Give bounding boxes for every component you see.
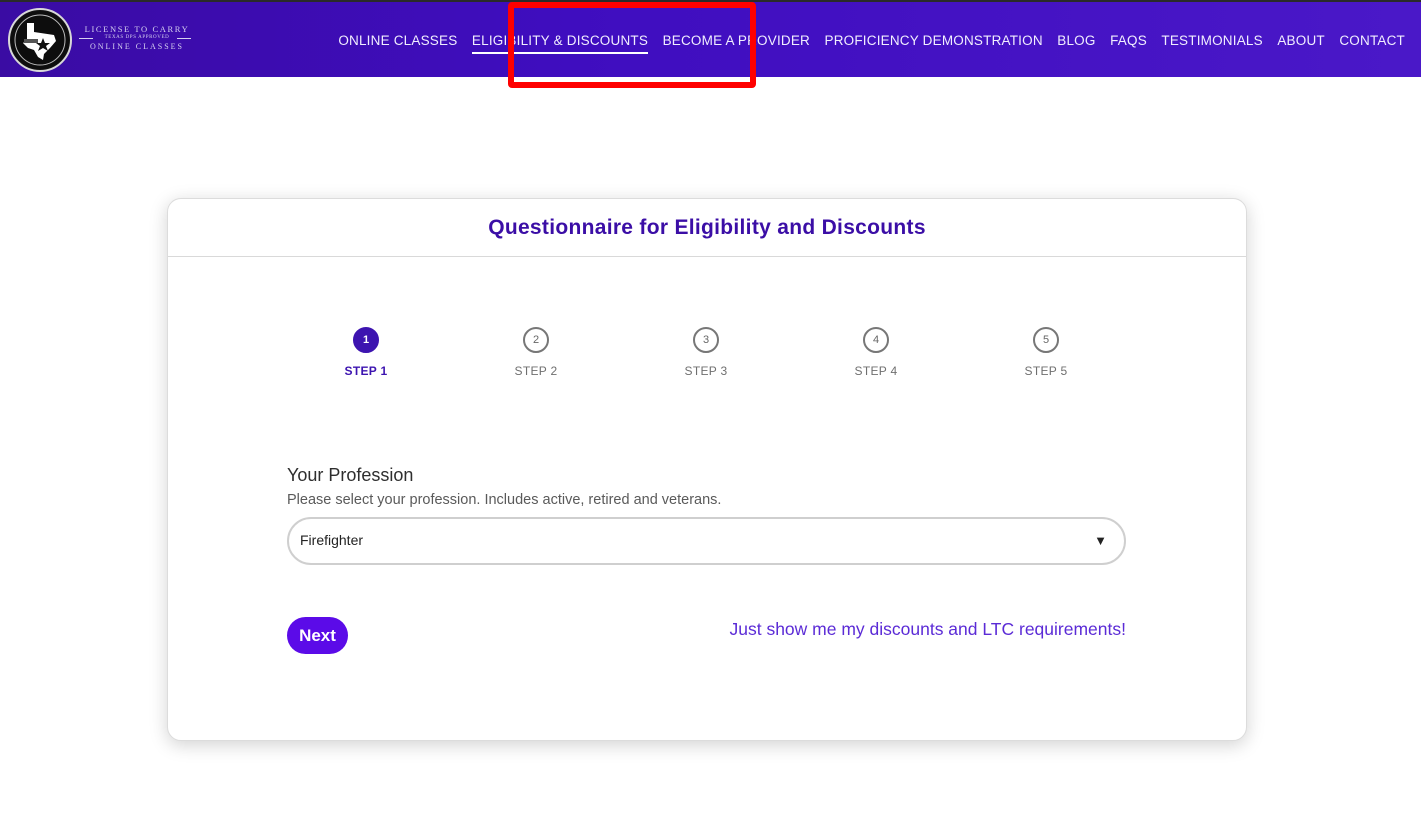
brand-line-3: ONLINE CLASSES [89, 42, 184, 51]
card-header: Questionnaire for Eligibility and Discou… [168, 199, 1246, 257]
nav-faqs[interactable]: FAQS [1110, 33, 1147, 54]
step-5[interactable]: 5 STEP 5 [996, 327, 1096, 378]
brand-line-2: TEXAS DPS APPROVED [77, 34, 197, 42]
show-discounts-link[interactable]: Just show me my discounts and LTC requir… [729, 619, 1126, 640]
nav-become-a-provider[interactable]: BECOME A PROVIDER [663, 33, 810, 54]
step-5-circle: 5 [1033, 327, 1059, 353]
nav-online-classes[interactable]: ONLINE CLASSES [338, 33, 457, 54]
questionnaire-card: Questionnaire for Eligibility and Discou… [167, 198, 1247, 741]
step-5-label: STEP 5 [1024, 364, 1068, 378]
nav-proficiency-demonstration[interactable]: PROFICIENCY DEMONSTRATION [825, 33, 1043, 54]
main-nav: ONLINE CLASSES ELIGIBILITY & DISCOUNTS B… [324, 33, 1405, 54]
brand-wordmark[interactable]: LICENSE TO CARRY TEXAS DPS APPROVED ONLI… [77, 24, 197, 52]
brand-line-1: LICENSE TO CARRY [84, 24, 190, 34]
nav-eligibility-discounts[interactable]: ELIGIBILITY & DISCOUNTS [471, 33, 649, 54]
page-title: Questionnaire for Eligibility and Discou… [488, 215, 926, 239]
stepper: 1 STEP 1 2 STEP 2 3 STEP 3 4 STEP 4 5 ST… [168, 327, 1246, 397]
nav-contact[interactable]: CONTACT [1339, 33, 1405, 54]
step-2-label: STEP 2 [514, 364, 558, 378]
step-4-label: STEP 4 [854, 364, 898, 378]
next-button[interactable]: Next [287, 617, 348, 654]
step-3-circle: 3 [693, 327, 719, 353]
nav-testimonials[interactable]: TESTIMONIALS [1161, 33, 1262, 54]
profession-label: Your Profession [287, 465, 414, 485]
step-3[interactable]: 3 STEP 3 [656, 327, 756, 378]
step-2[interactable]: 2 STEP 2 [486, 327, 586, 378]
profession-selected-value: Firefighter [300, 532, 364, 548]
profession-select[interactable]: Firefighter ▼ [287, 517, 1126, 565]
nav-blog[interactable]: BLOG [1057, 33, 1095, 54]
top-navigation-bar: LICENSE TO CARRY TEXAS DPS APPROVED ONLI… [0, 0, 1421, 77]
step-1-circle: 1 [353, 327, 379, 353]
caret-down-icon: ▼ [1094, 533, 1107, 548]
step-4[interactable]: 4 STEP 4 [826, 327, 926, 378]
texas-logo-icon[interactable] [8, 8, 72, 72]
profession-help-text: Please select your profession. Includes … [287, 492, 722, 508]
profession-field: Your Profession Please select your profe… [287, 465, 1127, 565]
step-1-label: STEP 1 [344, 364, 388, 378]
step-2-circle: 2 [523, 327, 549, 353]
step-1[interactable]: 1 STEP 1 [316, 327, 416, 378]
nav-about[interactable]: ABOUT [1277, 33, 1325, 54]
step-4-circle: 4 [863, 327, 889, 353]
step-3-label: STEP 3 [684, 364, 728, 378]
